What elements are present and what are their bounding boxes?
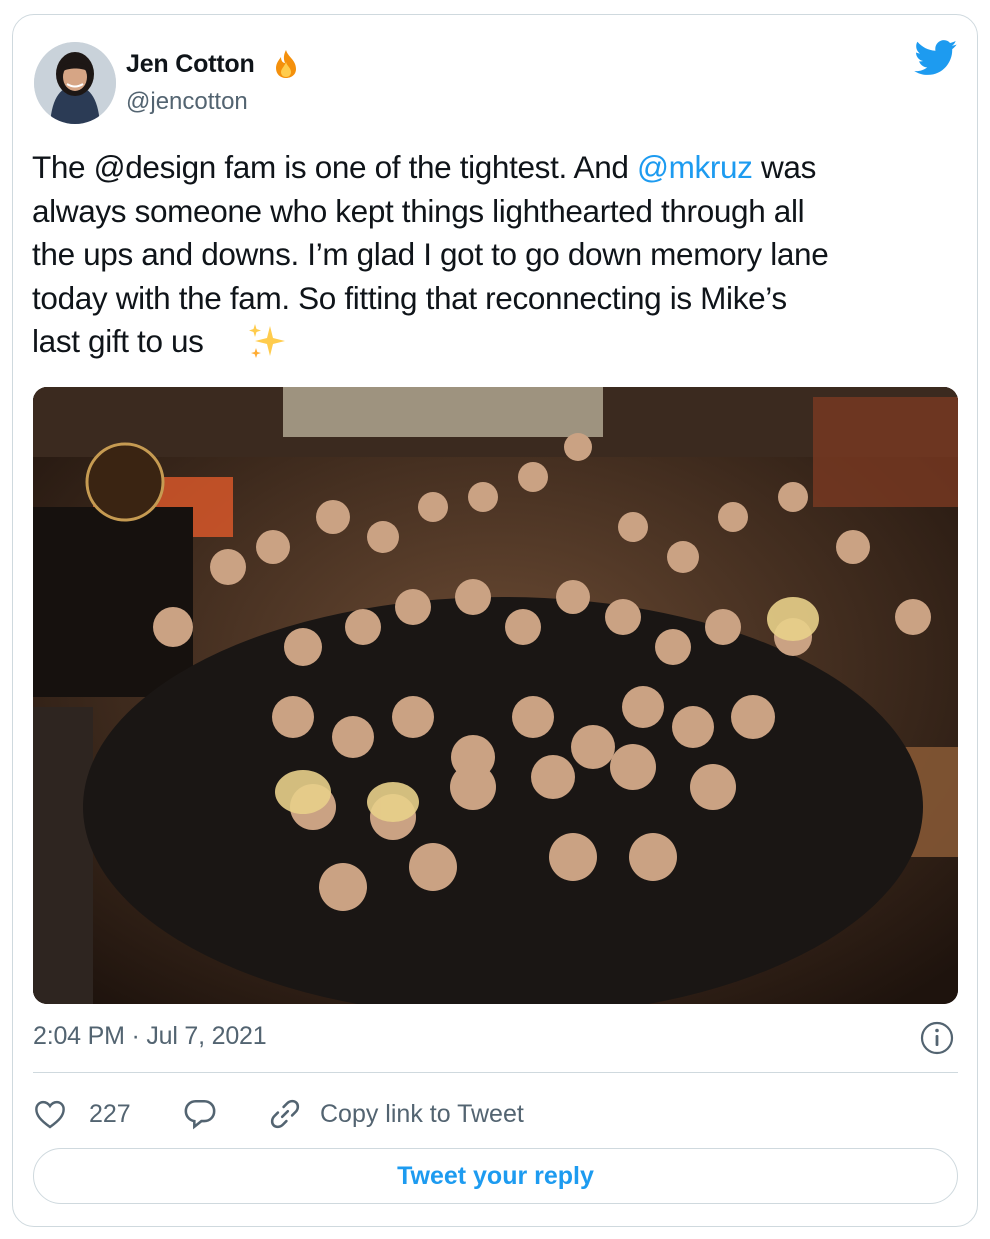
link-icon <box>270 1099 300 1129</box>
tweet-reply-button[interactable]: Tweet your reply <box>33 1148 958 1204</box>
info-icon[interactable] <box>919 1020 955 1061</box>
photo-image <box>33 387 958 1004</box>
mention-link[interactable]: @mkruz <box>637 149 753 185</box>
tweet-timestamp[interactable]: 2:04 PM · Jul 7, 2021 <box>33 1022 267 1051</box>
like-button[interactable]: 227 <box>33 1090 131 1138</box>
fire-icon <box>270 48 302 85</box>
author-avatar[interactable] <box>34 42 116 124</box>
like-count: 227 <box>89 1099 131 1128</box>
heart-icon <box>35 1100 65 1129</box>
copy-link-label: Copy link to Tweet <box>320 1099 524 1128</box>
reply-icon <box>184 1099 216 1130</box>
avatar-image <box>34 42 116 124</box>
copy-link-button[interactable]: Copy link to Tweet <box>268 1090 524 1138</box>
action-bar: 227 Copy link to Tweet <box>33 1090 958 1138</box>
author-name[interactable]: Jen Cotton <box>126 50 255 79</box>
group-photo[interactable] <box>33 387 958 1004</box>
author-handle[interactable]: @jencotton <box>126 88 248 116</box>
reply-button[interactable] <box>183 1090 217 1138</box>
tweet-text: The @design fam is one of the tightest. … <box>32 146 962 364</box>
tweet-text-part1: The @design fam is one of the tightest. … <box>32 149 637 185</box>
sparkles-icon <box>246 322 288 367</box>
twitter-bird-icon[interactable] <box>914 40 958 81</box>
divider <box>33 1072 958 1073</box>
